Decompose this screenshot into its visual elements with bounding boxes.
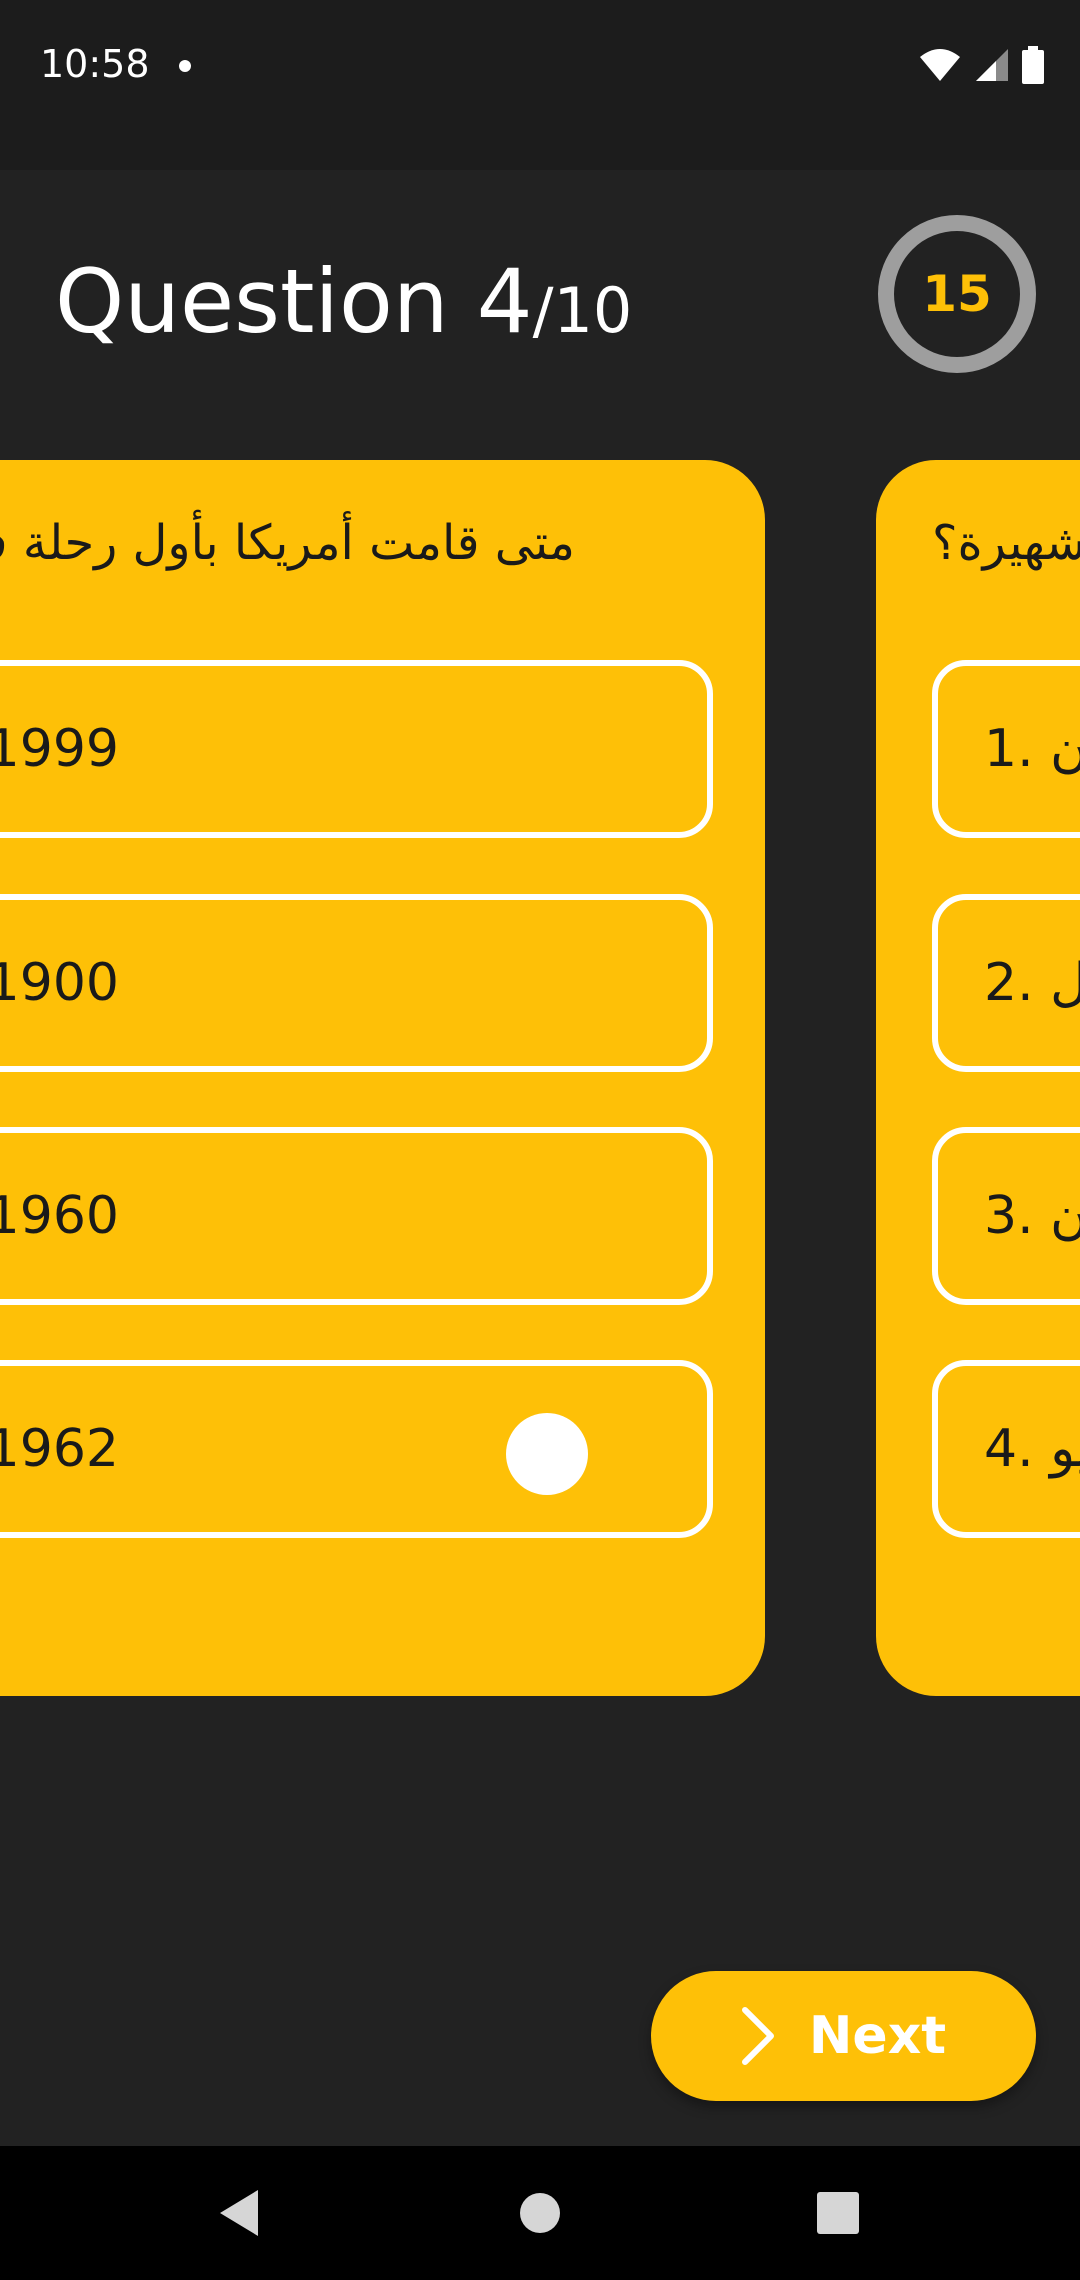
timer-value: 15 [922,265,992,323]
next-button[interactable]: Next [651,1971,1036,2101]
chevron-right-icon [741,2007,774,2065]
answer-option-2[interactable]: 2. أبريل [932,894,1080,1072]
question-card-next: شهيرة؟ 1. لندن 2. أبريل 3. اليابان 4. طو… [876,460,1080,1696]
selected-radio-icon[interactable] [506,1413,588,1495]
answer-option-text: 1900 م [0,953,119,1013]
answer-option-text: 2. أبريل [984,953,1080,1013]
answer-option-3[interactable]: 3. اليابان [932,1127,1080,1305]
answer-option-text: 1960 م [0,1186,119,1246]
wifi-icon [920,49,960,81]
answer-option-text: 4. طوكيو [984,1419,1080,1479]
battery-icon [1022,46,1044,84]
question-card-current: متى قامت أمريكا بأول رحلة فضائية 1999 م … [0,460,765,1696]
answer-option-1[interactable]: 1. لندن [932,660,1080,838]
navigation-bar [0,2146,1080,2280]
nav-back-button[interactable] [173,2146,307,2280]
question-text: شهيرة؟ [932,515,1080,571]
question-number: Question 4 [55,250,533,353]
answer-option-text: 1962 م [0,1419,119,1479]
answer-option-2[interactable]: 1900 م [0,894,713,1072]
quiz-screen: 10:58 Question 4/10 15 متى قامت أمريكا ب… [0,0,1080,2280]
nav-recents-icon [817,2192,859,2234]
answer-option-text: 1. لندن [984,719,1080,779]
question-counter: Question 4/10 [55,250,632,353]
nav-home-button[interactable] [473,2146,607,2280]
answer-option-3[interactable]: 1960 م [0,1127,713,1305]
question-total: /10 [532,274,633,347]
nav-home-icon [520,2193,560,2233]
notification-dot-icon [179,60,191,72]
nav-recents-button[interactable] [771,2146,905,2280]
signal-icon [976,49,1008,81]
countdown-timer: 15 [877,214,1037,374]
answer-option-text: 3. اليابان [984,1186,1080,1246]
answer-option-text: 1999 م [0,719,119,779]
answer-option-1[interactable]: 1999 م [0,660,713,838]
answer-option-4[interactable]: 1962 م [0,1360,713,1538]
nav-back-icon [220,2190,258,2236]
status-time: 10:58 [40,42,150,86]
answer-option-4[interactable]: 4. طوكيو [932,1360,1080,1538]
next-button-label: Next [808,2006,947,2066]
status-bar: 10:58 [0,0,1080,170]
status-icons [918,46,1044,84]
question-text: متى قامت أمريكا بأول رحلة فضائية [0,515,575,571]
